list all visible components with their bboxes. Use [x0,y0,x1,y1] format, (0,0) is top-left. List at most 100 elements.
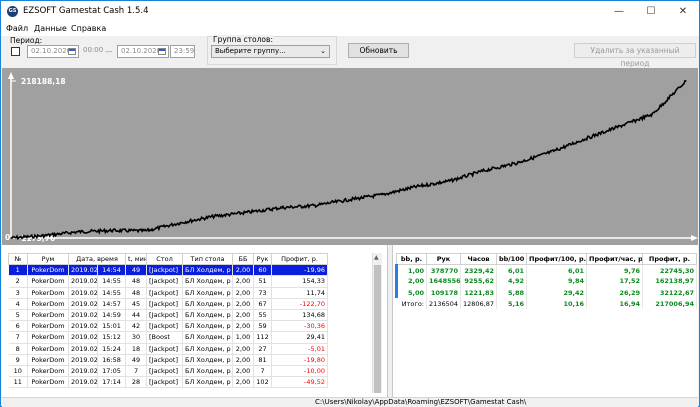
menu-help[interactable]: Справка [71,24,106,33]
summary-cell: 9255,62 [460,275,497,288]
summary-header-2[interactable]: Часов [460,252,497,266]
sessions-header-5[interactable]: Тип стола [182,252,234,266]
data-path: C:\Users\Nikolay\AppData\Roaming\EZSOFT\… [315,398,527,406]
scrollbar-thumb[interactable] [374,265,381,393]
table-cell: 14:55 [97,275,127,288]
summary-row[interactable]: 1,00 378770 2329,42 6,01 6,01 9,76 22745,30 [395,264,697,276]
table-cell: 29,41 [271,331,329,344]
profit-series-line [10,79,687,241]
panel-splitter[interactable] [387,245,393,397]
table-row[interactable]: 5PokerDom2019.02.2014:5944[Jackpot]БЛ Хо… [8,309,329,322]
time-from-input[interactable]: 00:00 [80,45,103,58]
period-checkbox[interactable] [11,47,20,56]
summary-cell: 2,00 [395,275,427,288]
summary-header-6[interactable]: Профит, р. [642,252,697,266]
sessions-header-0[interactable]: № [8,252,28,266]
title-bar[interactable]: GS EZSOFT Gamestat Cash 1.5.4 — ☐ ✕ [1,1,699,22]
table-row[interactable]: 11PokerDom2019.02.2017:1428[Jackpot]БЛ Х… [8,376,329,389]
summary-header-5[interactable]: Профит/час, р. [586,252,643,266]
close-icon[interactable]: ✕ [667,1,699,22]
summary-header-0[interactable]: bb, р. [396,252,427,266]
profit-point [685,80,687,82]
menu-data[interactable]: Данные [34,24,67,33]
table-cell: -10,00 [271,365,329,378]
scroll-up-icon[interactable]: ▲ [374,254,379,261]
table-cell: [Jackpot] [146,354,184,366]
summary-row[interactable]: 2,00 1648556 9255,62 4,92 9,84 17,52 162138,97 [395,275,697,288]
table-cell: 1,00 [232,331,255,344]
table-cell: 10 [8,365,28,378]
table-cell: 11,74 [271,287,329,299]
status-bar: C:\Users\Nikolay\AppData\Roaming\EZSOFT\… [2,397,698,407]
sessions-header-6[interactable]: ББ [232,252,255,266]
profit-chart-svg: 218188,18 1173,76 0 [5,72,698,243]
sessions-header-3[interactable]: t, мин. [125,252,148,266]
sessions-header-8[interactable]: Профит, р. [271,252,329,266]
profit-point [44,235,46,237]
profit-point [584,138,586,140]
calendar-icon[interactable] [68,48,76,55]
table-cell: 48 [125,275,148,288]
table-cell: БЛ Холдем, р [182,331,234,344]
table-cell: 15:24 [97,343,127,355]
table-cell: PokerDom [27,365,69,378]
table-cell: PokerDom [27,264,69,277]
table-row[interactable]: 3PokerDom2019.02.2014:5548[Jackpot]БЛ Хо… [8,287,329,299]
profit-point [415,186,417,188]
table-cell: [Jackpot] [146,298,184,310]
table-row[interactable]: 2PokerDom2019.02.2014:5548[Jackpot]БЛ Хо… [8,275,329,288]
table-cell: 6 [8,320,28,333]
sessions-table: №РумДата, времяt, мин.СтолТип столаББРук… [8,252,329,389]
summary-total-row: Итого: 2136504 12806,87 5,16 10,16 16,94 21700… [396,298,697,310]
table-cell: [Boost [146,331,184,344]
refresh-button[interactable]: Обновить [348,43,409,58]
table-row[interactable]: 10PokerDom2019.02.2017:057[Jackpot]БЛ Хо… [8,365,329,378]
summary-header-3[interactable]: bb/100 [496,252,527,266]
delete-period-button[interactable]: Удалить за указанный период [574,43,696,68]
summary-cell: 109178 [426,287,461,299]
date-from-input[interactable]: 02.10.2020 [27,45,79,58]
table-cell: 14:57 [97,298,127,310]
table-row[interactable]: 9PokerDom2019.02.2016:5849[Jackpot]БЛ Хо… [8,354,329,366]
sessions-header-7[interactable]: Рук [253,252,273,266]
table-row[interactable]: 1PokerDom2019.02.2014:5449[Jackpot]БЛ Хо… [8,264,329,277]
table-row[interactable]: 7PokerDom2019.02.2015:1230[BoostБЛ Холде… [8,331,329,344]
sessions-header-4[interactable]: Стол [146,252,184,266]
profit-point [280,207,282,209]
calendar-icon[interactable] [158,48,166,55]
table-cell: PokerDom [27,376,69,389]
minimize-icon[interactable]: — [603,1,635,22]
table-row[interactable]: 8PokerDom2019.02.2015:2418[Jackpot]БЛ Хо… [8,343,329,355]
table-scrollbar[interactable]: ▲ [372,253,382,393]
summary-header-4[interactable]: Профит/100, р. [526,252,587,266]
table-cell: 112 [253,331,273,344]
table-row[interactable]: 4PokerDom2019.02.2014:5745[Jackpot]БЛ Хо… [8,298,329,310]
sessions-header-2[interactable]: Дата, время [67,252,127,266]
profit-point [179,222,181,224]
time-to-input[interactable]: 23:59 [170,45,195,58]
ymax-label: 218188,18 [21,77,66,86]
stakes-summary-table: bb, р. Рук Часов bb/100 Профит/100, р. Профит… [395,252,697,310]
profit-point [617,126,620,128]
table-cell: БЛ Холдем, р [182,376,234,389]
menu-file[interactable]: Файл [6,24,28,33]
table-cell: [Jackpot] [146,343,184,355]
table-cell: 81 [253,354,273,366]
table-cell: БЛ Холдем, р [182,365,234,378]
table-group-label: Группа столов: [212,35,274,44]
table-row[interactable]: 6PokerDom2019.02.2015:0142[Jackpot]БЛ Хо… [8,320,329,333]
sessions-header-1[interactable]: Рум [27,252,69,266]
summary-header-1[interactable]: Рук [426,252,461,266]
profit-point [246,211,248,213]
summary-total-cell: 2136504 [426,298,461,310]
summary-row[interactable]: 5,00 109178 1221,83 5,88 29,42 26,29 32122,67 [395,287,697,299]
window-title: EZSOFT Gamestat Cash 1.5.4 [23,6,149,16]
table-cell: 7 [125,365,148,378]
maximize-icon[interactable]: ☐ [635,1,667,22]
app-window: GS EZSOFT Gamestat Cash 1.5.4 — ☐ ✕ Файл… [0,0,700,407]
table-cell: 102 [253,376,273,389]
table-cell: 8 [8,343,28,355]
date-to-input[interactable]: 02.10.2020 [117,45,169,58]
table-group-select[interactable]: Выберите группу... ⌄ [211,45,330,58]
summary-cell: 22745,30 [642,264,697,276]
